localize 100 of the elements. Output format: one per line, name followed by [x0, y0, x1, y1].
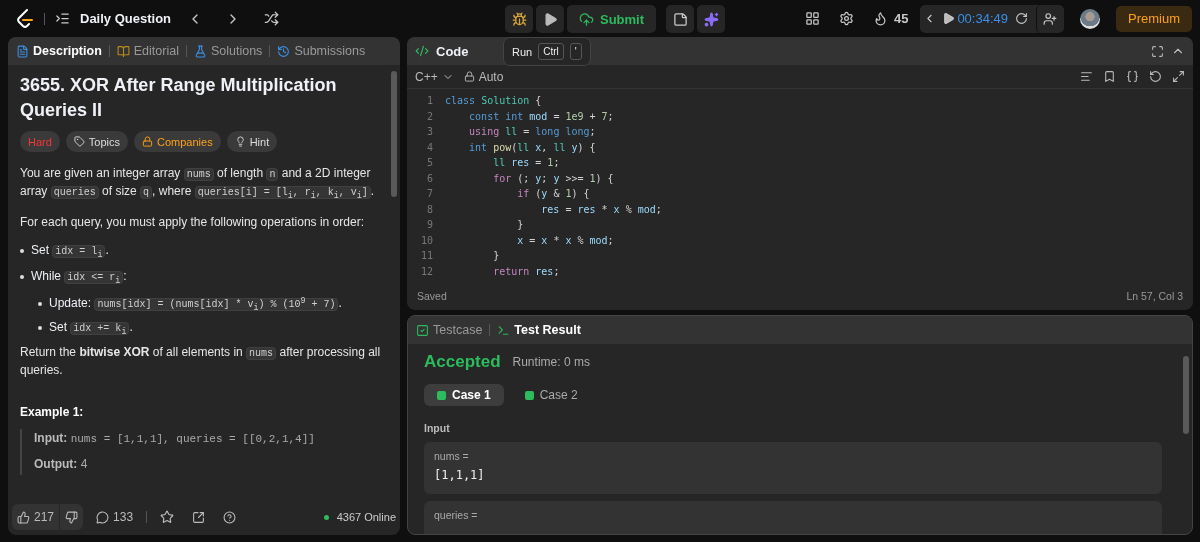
sparkle-icon: [703, 11, 719, 27]
line-number: 6: [425, 172, 434, 184]
tab[interactable]: Testcase: [416, 323, 483, 337]
online-count: 4367 Online: [336, 511, 396, 523]
line-number: 4: [425, 141, 434, 153]
streak-button[interactable]: 45: [866, 4, 915, 33]
mode-label: Auto: [478, 69, 504, 84]
logo-icon[interactable]: [16, 8, 34, 29]
play-icon: [941, 12, 955, 25]
run-button[interactable]: [536, 5, 564, 33]
tooltip-text: Run: [512, 45, 533, 58]
field-value: [1,1,1]: [434, 468, 486, 482]
grid-icon: [805, 11, 821, 26]
tag-chip[interactable]: Companies: [134, 131, 221, 153]
tag-icon: [73, 136, 85, 148]
page-title[interactable]: Daily Question: [80, 11, 172, 26]
list-item-text: Set idx = l$_{i}$ .: [31, 241, 109, 262]
line-number: 11: [419, 250, 434, 262]
shuffle-icon: [263, 11, 279, 26]
comment-icon: [96, 510, 110, 524]
submit-button[interactable]: Submit: [567, 5, 657, 33]
paragraph: For each query, you must apply the following operations in order:: [20, 213, 365, 231]
lightbulb-icon: [234, 136, 246, 148]
code-line: for (; y; y >>= 1) {: [492, 172, 614, 184]
like-button[interactable]: 217: [12, 504, 60, 530]
example-line: Input: nums = [1,1,1], queries = [[0,2,1,4]]: [34, 429, 315, 447]
share-icon: [192, 510, 206, 524]
line-number: 8: [425, 203, 434, 215]
tag-chip[interactable]: Hint: [226, 131, 278, 153]
scrollbar[interactable]: [1183, 356, 1189, 434]
bullet: [20, 248, 24, 253]
line-number: 1: [425, 95, 434, 107]
tab[interactable]: Solutions: [193, 44, 263, 58]
line-number: 2: [425, 110, 434, 122]
paragraph: You are given an integer array nums of length n and a 2D integer array queries of size q , where queries[i] = [l$_{i}$, r$_{i}$, k$_{i}$, v$_{i}$] .: [20, 165, 376, 203]
code-line: if (y & 1) {: [516, 188, 590, 200]
online-dot: [323, 514, 329, 520]
key-label: ': [569, 43, 582, 60]
sparkle-button[interactable]: [697, 5, 726, 33]
format-icon[interactable]: [1080, 70, 1093, 83]
thumbs-down-icon: [65, 510, 79, 524]
code-line: ll res = 1;: [492, 157, 560, 169]
panel-title: Code: [436, 43, 469, 59]
code-line: using ll = long long;: [468, 126, 596, 138]
flask-icon: [193, 44, 207, 58]
field-label: nums =: [434, 450, 470, 462]
case-tab[interactable]: Case 2: [511, 384, 591, 406]
braces-icon[interactable]: [1126, 70, 1139, 83]
flame-icon: [872, 11, 888, 26]
history-icon: [277, 44, 291, 58]
expand-icon[interactable]: [1172, 70, 1185, 83]
add-user-icon: [1043, 11, 1058, 26]
premium-button[interactable]: Premium: [1116, 5, 1192, 32]
list-icon[interactable]: [55, 11, 70, 26]
comments-button[interactable]: 133: [91, 504, 139, 530]
tab[interactable]: Description: [16, 44, 102, 58]
refresh-icon: [1015, 12, 1029, 25]
line-number: 7: [425, 188, 434, 200]
fullscreen-icon[interactable]: [1151, 44, 1164, 58]
timer-text: 00:34:49: [957, 11, 1008, 26]
example-title: Example 1:: [20, 403, 85, 421]
save-status: Saved: [417, 290, 447, 302]
tag-chip[interactable]: Topics: [65, 131, 129, 153]
note-button[interactable]: [666, 5, 695, 33]
list-item-text: While idx <= r$_{i}$ :: [31, 268, 127, 288]
runtime: Runtime: 0 ms: [512, 355, 590, 369]
lock-icon: [142, 136, 154, 148]
tab[interactable]: Test Result: [497, 323, 581, 337]
bug-icon: [511, 11, 527, 27]
code-line: int pow(ll x, ll y) {: [468, 141, 596, 153]
bullet: [38, 301, 42, 306]
bullet: [38, 326, 42, 331]
star-icon: [160, 510, 175, 524]
code-line: class Solution {: [445, 95, 542, 107]
scrollbar[interactable]: [391, 71, 397, 197]
book-icon: [116, 44, 130, 58]
language-select[interactable]: C++: [415, 69, 454, 84]
code-line: return res;: [492, 265, 560, 277]
reset-icon[interactable]: [1149, 70, 1162, 83]
lock-icon: [463, 71, 475, 82]
code-line: x = x * x % mod;: [516, 234, 614, 246]
note-icon: [672, 11, 688, 27]
code-line: const int mod = 1e9 + 7;: [468, 110, 614, 122]
avatar[interactable]: [1080, 8, 1100, 29]
verdict: Accepted: [424, 352, 501, 372]
document-icon: [16, 44, 29, 58]
problem-title: 3655. XOR After Range Multiplication Queries II: [20, 74, 338, 123]
line-number: 9: [425, 219, 434, 231]
tab[interactable]: Editorial: [116, 44, 179, 58]
bookmark-icon[interactable]: [1103, 70, 1116, 83]
example-line: Output: 4: [34, 456, 88, 474]
bullet: [20, 275, 24, 280]
key-label: Ctrl: [538, 43, 564, 60]
code-line: }: [492, 250, 500, 262]
case-tab[interactable]: Case 1: [424, 384, 504, 406]
debug-button[interactable]: [505, 5, 533, 33]
tab[interactable]: Submissions: [277, 44, 366, 58]
settings-icon: [839, 11, 855, 26]
checkbox-icon: [416, 323, 429, 337]
play-icon: [542, 11, 558, 27]
